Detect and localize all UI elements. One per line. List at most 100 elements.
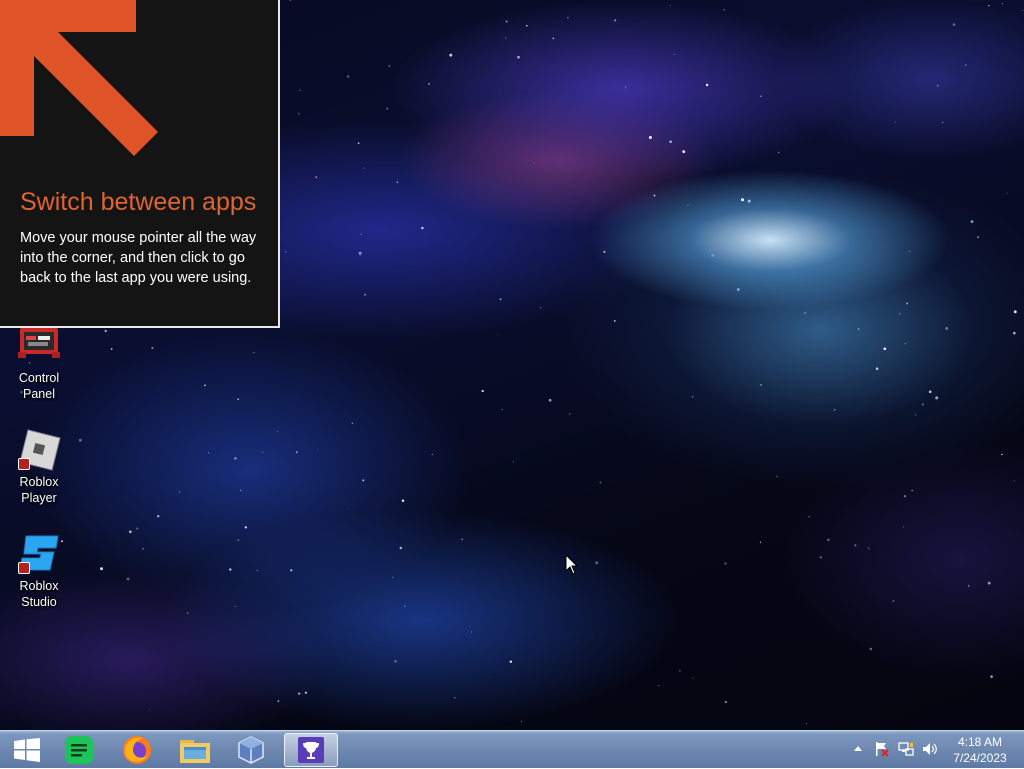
star xyxy=(548,398,552,402)
star xyxy=(178,491,181,493)
star xyxy=(942,121,944,123)
star xyxy=(157,515,160,518)
star xyxy=(723,9,725,11)
desktop-icon-label: Roblox Player xyxy=(19,475,59,505)
star xyxy=(386,107,389,110)
star xyxy=(499,298,502,301)
star xyxy=(747,199,751,203)
star xyxy=(760,95,762,97)
star xyxy=(358,251,362,255)
star xyxy=(360,233,362,235)
star xyxy=(505,37,507,39)
star xyxy=(967,585,970,587)
star xyxy=(711,254,715,257)
star xyxy=(501,408,503,410)
star xyxy=(253,352,255,353)
taskbar-clock[interactable]: 4:18 AM 7/24/2023 xyxy=(944,734,1016,766)
star xyxy=(883,347,887,351)
switch-apps-tip-panel: Switch between apps Move your mouse poin… xyxy=(0,0,280,328)
mouse-cursor-icon xyxy=(565,554,579,575)
star xyxy=(394,660,397,663)
star xyxy=(359,255,361,256)
star xyxy=(449,53,453,57)
star xyxy=(142,548,144,550)
star xyxy=(988,4,990,7)
star xyxy=(1012,331,1016,335)
shortcut-arrow-icon xyxy=(18,458,30,470)
star xyxy=(363,167,365,169)
star xyxy=(724,562,727,565)
star xyxy=(401,499,405,502)
star xyxy=(1001,3,1004,5)
desktop-icon-roblox-player[interactable]: Roblox Player xyxy=(6,426,72,506)
star xyxy=(603,250,606,253)
star xyxy=(964,64,967,66)
desktop-icon-roblox-studio[interactable]: Roblox Studio xyxy=(6,530,72,610)
star xyxy=(1013,310,1017,314)
star xyxy=(903,495,907,498)
star xyxy=(776,476,778,478)
star xyxy=(736,288,740,291)
star xyxy=(595,561,599,565)
star xyxy=(388,65,391,67)
star xyxy=(687,204,689,206)
network-icon[interactable] xyxy=(898,741,914,757)
star xyxy=(186,612,189,614)
star xyxy=(454,697,456,699)
star xyxy=(625,86,627,88)
star xyxy=(525,24,528,27)
star xyxy=(921,403,924,406)
star xyxy=(552,37,555,40)
shortcut-arrow-icon xyxy=(18,562,30,574)
star xyxy=(285,251,287,253)
star xyxy=(803,311,807,315)
star xyxy=(351,422,354,425)
star xyxy=(875,367,879,370)
star xyxy=(724,700,727,704)
star xyxy=(396,181,399,184)
star xyxy=(277,700,280,703)
star xyxy=(648,136,652,139)
star xyxy=(346,75,350,78)
action-center-flag-icon[interactable] xyxy=(874,741,890,757)
control-panel-icon xyxy=(16,322,62,368)
star xyxy=(805,723,807,725)
star xyxy=(461,538,463,541)
star xyxy=(903,526,905,528)
star xyxy=(298,113,300,115)
desktop-icon-control-panel[interactable]: Control Panel xyxy=(6,322,72,402)
star xyxy=(100,567,103,571)
star xyxy=(299,89,301,91)
star xyxy=(599,481,602,484)
star xyxy=(760,383,762,386)
star xyxy=(104,329,107,333)
star xyxy=(928,390,932,394)
star xyxy=(682,150,686,154)
star xyxy=(347,507,349,509)
star xyxy=(759,541,762,543)
star xyxy=(777,151,780,154)
star xyxy=(392,576,394,578)
volume-icon[interactable] xyxy=(922,741,938,757)
star xyxy=(244,526,247,529)
star xyxy=(521,720,523,722)
star xyxy=(289,0,292,1)
star xyxy=(952,23,956,26)
system-tray: 4:18 AM 7/24/2023 xyxy=(0,731,1024,769)
star xyxy=(904,342,906,345)
star xyxy=(509,660,512,663)
star xyxy=(240,489,242,492)
star xyxy=(517,55,520,59)
star xyxy=(894,121,896,123)
star xyxy=(315,176,318,179)
star xyxy=(136,527,139,530)
star xyxy=(674,53,676,55)
star xyxy=(505,20,508,23)
star xyxy=(867,547,870,550)
roblox-player-icon xyxy=(16,426,62,472)
star xyxy=(481,389,484,393)
clock-date: 7/24/2023 xyxy=(953,751,1007,765)
star xyxy=(78,438,82,442)
show-hidden-icons-chevron[interactable] xyxy=(850,741,866,757)
star xyxy=(126,577,130,581)
